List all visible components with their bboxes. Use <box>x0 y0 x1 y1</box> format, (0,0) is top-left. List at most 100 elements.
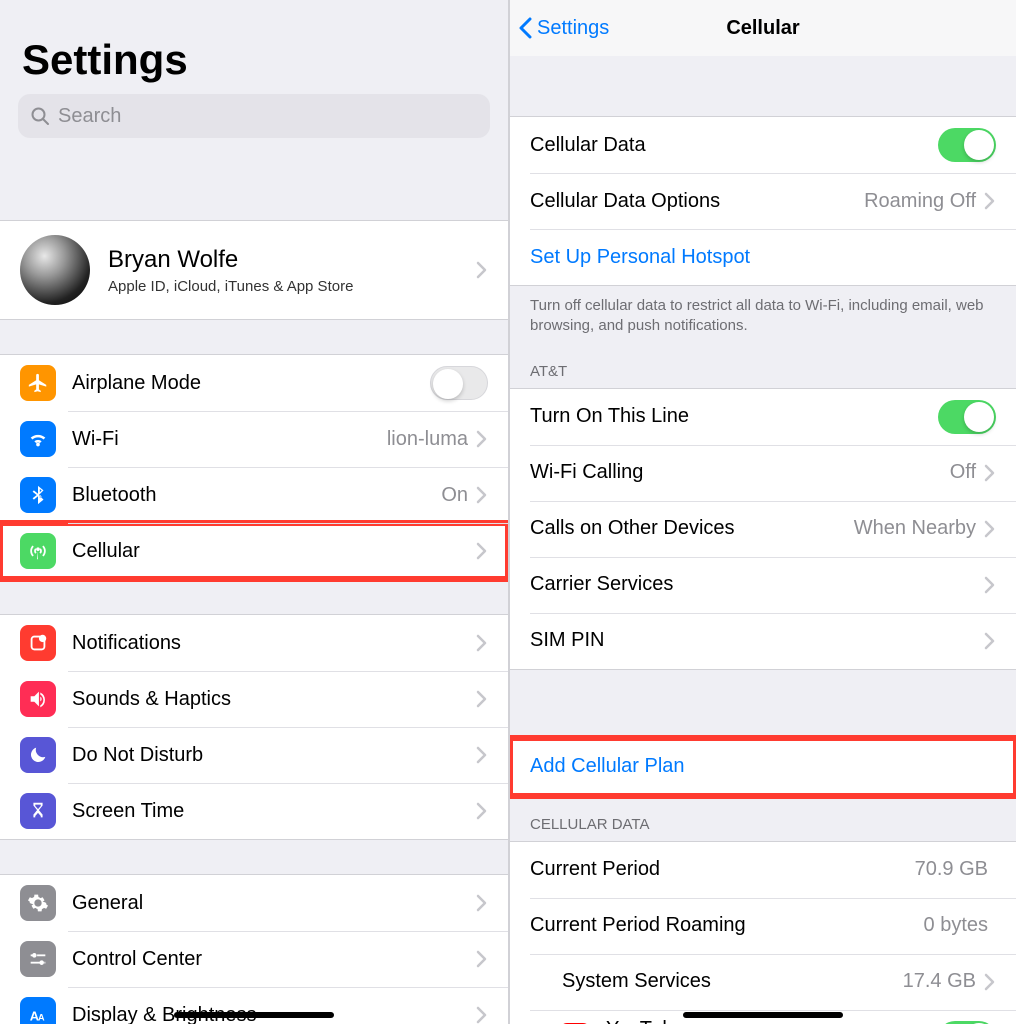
system-services-label: System Services <box>530 970 903 993</box>
airplane-label: Airplane Mode <box>72 372 430 395</box>
current-period-row[interactable]: Current Period 70.9 GB <box>510 842 1016 898</box>
cellular-label: Cellular <box>72 540 476 563</box>
profile-group: Bryan Wolfe Apple ID, iCloud, iTunes & A… <box>0 220 508 320</box>
chevron-right-icon <box>984 973 996 991</box>
usage-group: Current Period 70.9 GB Current Period Ro… <box>510 841 1016 1024</box>
att-group: Turn On This Line Wi-Fi Calling Off Call… <box>510 388 1016 670</box>
display-row[interactable]: AA Display & Brightness <box>0 987 508 1024</box>
chevron-right-icon <box>476 634 488 652</box>
calls-other-devices-detail: When Nearby <box>854 517 976 540</box>
sounds-label: Sounds & Haptics <box>72 688 476 711</box>
hourglass-icon <box>20 793 56 829</box>
profile-subtitle: Apple ID, iCloud, iTunes & App Store <box>108 278 476 295</box>
airplane-mode-row[interactable]: Airplane Mode <box>0 355 508 411</box>
youtube-label: YouTube <box>606 1018 938 1024</box>
cellular-data-switch[interactable] <box>938 128 996 162</box>
avatar <box>20 235 90 305</box>
control-center-label: Control Center <box>72 948 476 971</box>
search-icon <box>30 106 50 126</box>
hotspot-row[interactable]: Set Up Personal Hotspot <box>510 229 1016 285</box>
add-plan-group: Add Cellular Plan <box>510 738 1016 796</box>
chevron-right-icon <box>476 950 488 968</box>
chevron-right-icon <box>476 430 488 448</box>
gear-icon <box>20 885 56 921</box>
airplane-switch[interactable] <box>430 366 488 400</box>
home-indicator[interactable] <box>174 1012 334 1018</box>
calls-other-devices-row[interactable]: Calls on Other Devices When Nearby <box>510 501 1016 557</box>
sim-pin-row[interactable]: SIM PIN <box>510 613 1016 669</box>
screentime-label: Screen Time <box>72 800 476 823</box>
calls-other-devices-label: Calls on Other Devices <box>530 517 854 540</box>
system-services-row[interactable]: System Services 17.4 GB <box>510 954 1016 1010</box>
alerts-group: Notifications Sounds & Haptics Do Not Di… <box>0 614 508 840</box>
back-label: Settings <box>537 17 609 40</box>
dnd-row[interactable]: Do Not Disturb <box>0 727 508 783</box>
search-container: Search <box>0 94 508 152</box>
page-title: Settings <box>0 0 508 94</box>
system-services-value: 17.4 GB <box>903 970 976 993</box>
att-header: AT&T <box>510 343 1016 388</box>
cellular-data-label: Cellular Data <box>530 134 938 157</box>
sliders-icon <box>20 941 56 977</box>
cellular-options-row[interactable]: Cellular Data Options Roaming Off <box>510 173 1016 229</box>
notifications-row[interactable]: Notifications <box>0 615 508 671</box>
control-center-row[interactable]: Control Center <box>0 931 508 987</box>
chevron-left-icon <box>518 17 533 39</box>
back-button[interactable]: Settings <box>518 17 609 40</box>
wifi-row[interactable]: Wi-Fi lion-luma <box>0 411 508 467</box>
wifi-label: Wi-Fi <box>72 428 387 451</box>
turn-on-line-switch[interactable] <box>938 400 996 434</box>
carrier-services-label: Carrier Services <box>530 573 984 596</box>
chevron-right-icon <box>984 192 996 210</box>
chevron-right-icon <box>984 520 996 538</box>
sim-pin-label: SIM PIN <box>530 629 984 652</box>
cellular-data-group: Cellular Data Cellular Data Options Roam… <box>510 116 1016 286</box>
settings-pane: Settings Search Bryan Wolfe Apple ID, iC… <box>0 0 508 1024</box>
turn-on-line-row[interactable]: Turn On This Line <box>510 389 1016 445</box>
general-row[interactable]: General <box>0 875 508 931</box>
nav-bar: Settings Cellular <box>510 0 1016 56</box>
bluetooth-label: Bluetooth <box>72 484 441 507</box>
chevron-right-icon <box>984 464 996 482</box>
search-input[interactable]: Search <box>18 94 490 138</box>
chevron-right-icon <box>476 746 488 764</box>
current-period-value: 70.9 GB <box>915 858 988 881</box>
chevron-right-icon <box>984 632 996 650</box>
wifi-calling-row[interactable]: Wi-Fi Calling Off <box>510 445 1016 501</box>
sound-icon <box>20 681 56 717</box>
roaming-value: 0 bytes <box>924 914 988 937</box>
roaming-label: Current Period Roaming <box>530 914 924 937</box>
chevron-right-icon <box>476 542 488 560</box>
hotspot-label: Set Up Personal Hotspot <box>530 246 996 269</box>
youtube-switch[interactable] <box>938 1021 996 1024</box>
apple-id-row[interactable]: Bryan Wolfe Apple ID, iCloud, iTunes & A… <box>0 221 508 319</box>
bluetooth-row[interactable]: Bluetooth On <box>0 467 508 523</box>
general-label: General <box>72 892 476 915</box>
cellular-data-row[interactable]: Cellular Data <box>510 117 1016 173</box>
cellular-icon <box>20 533 56 569</box>
profile-name: Bryan Wolfe <box>108 246 476 274</box>
chevron-right-icon <box>984 576 996 594</box>
chevron-right-icon <box>476 1006 488 1024</box>
cellular-data-header: CELLULAR DATA <box>510 796 1016 841</box>
nav-title: Cellular <box>726 17 799 40</box>
airplane-icon <box>20 365 56 401</box>
svg-text:A: A <box>38 1013 45 1023</box>
add-cellular-plan-row[interactable]: Add Cellular Plan <box>510 739 1016 795</box>
chevron-right-icon <box>476 486 488 504</box>
chevron-right-icon <box>476 894 488 912</box>
search-placeholder: Search <box>58 105 121 128</box>
wifi-calling-detail: Off <box>950 461 976 484</box>
add-cellular-plan-label: Add Cellular Plan <box>530 755 996 778</box>
wifi-detail: lion-luma <box>387 428 468 451</box>
roaming-row[interactable]: Current Period Roaming 0 bytes <box>510 898 1016 954</box>
screentime-row[interactable]: Screen Time <box>0 783 508 839</box>
connectivity-group: Airplane Mode Wi-Fi lion-luma Bluetooth … <box>0 354 508 580</box>
cellular-row[interactable]: Cellular <box>0 523 508 579</box>
carrier-services-row[interactable]: Carrier Services <box>510 557 1016 613</box>
turn-on-line-label: Turn On This Line <box>530 405 938 428</box>
wifi-icon <box>20 421 56 457</box>
sounds-row[interactable]: Sounds & Haptics <box>0 671 508 727</box>
home-indicator[interactable] <box>683 1012 843 1018</box>
chevron-right-icon <box>476 802 488 820</box>
